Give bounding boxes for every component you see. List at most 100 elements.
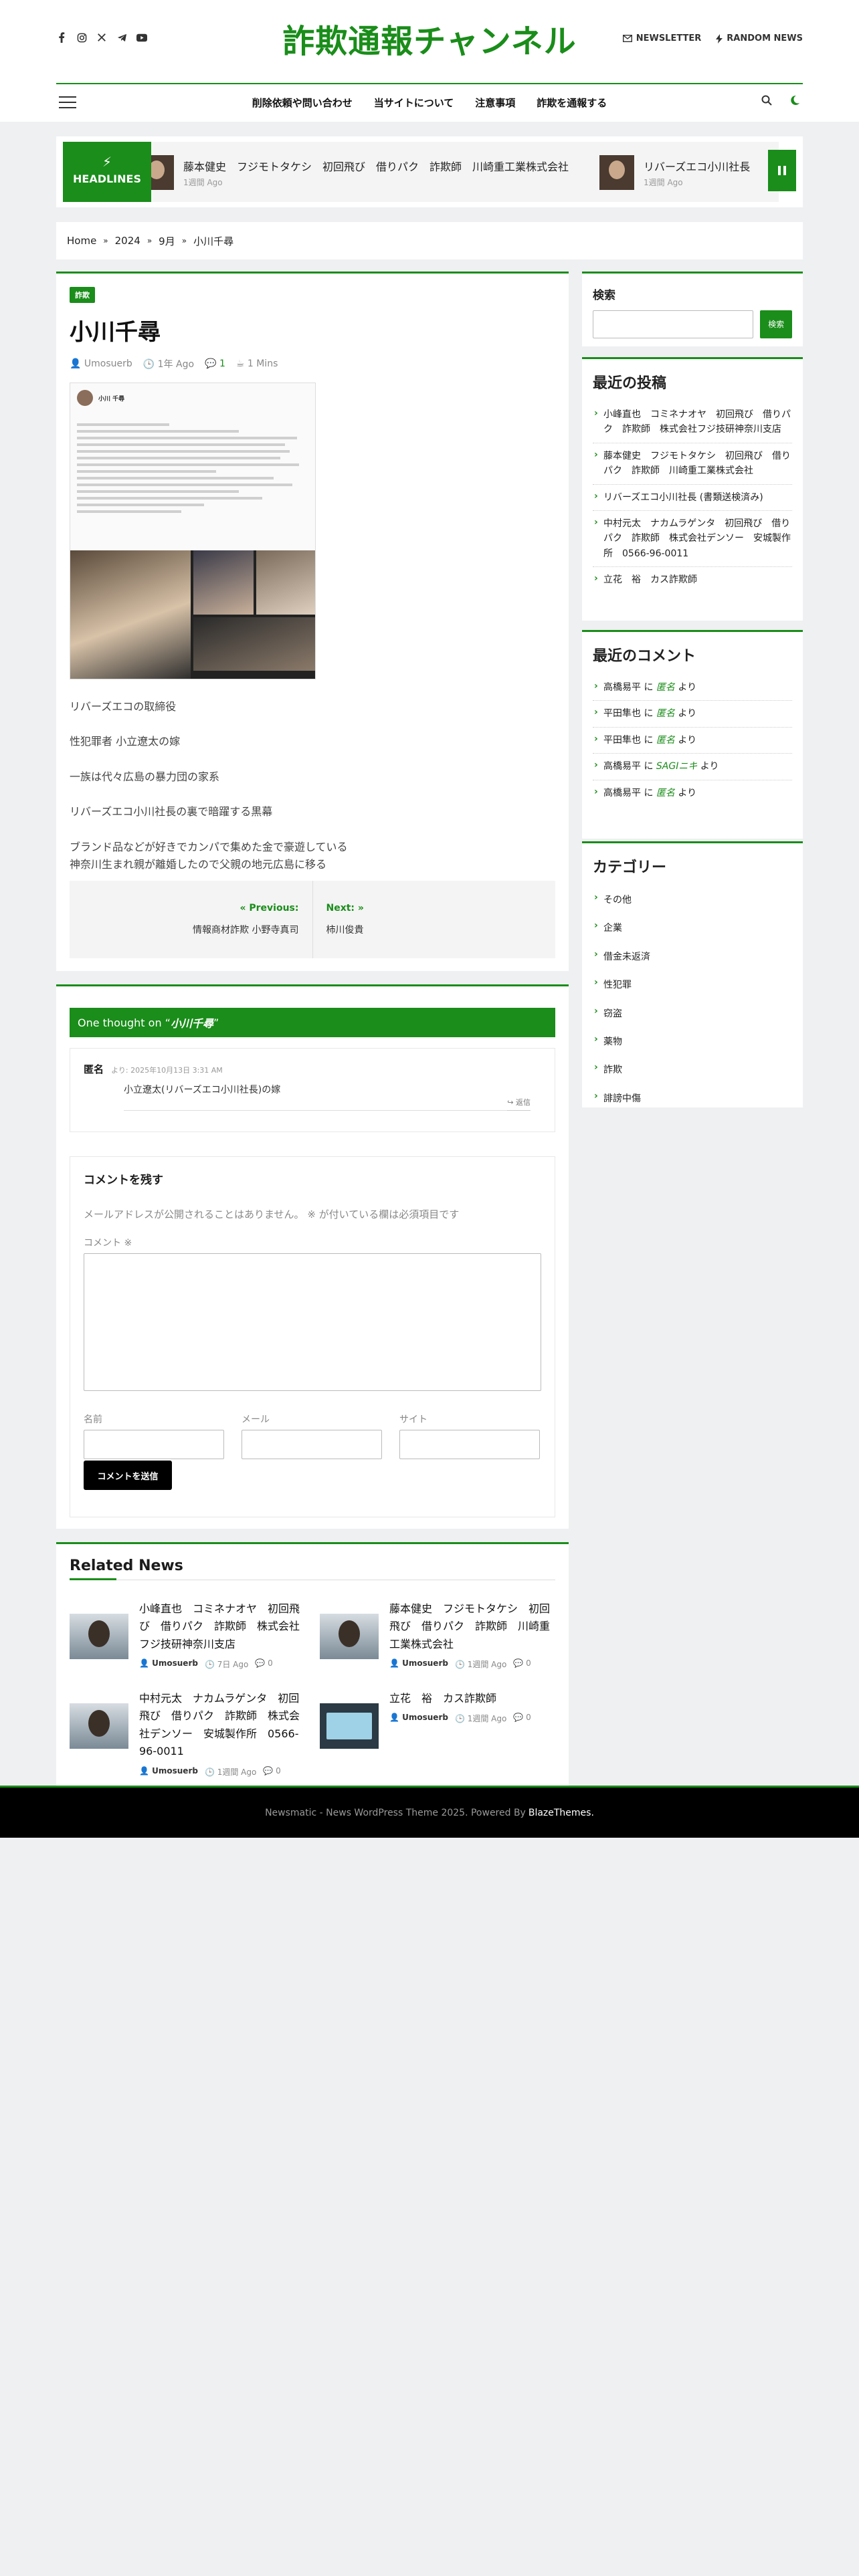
post-author[interactable]: 👤 Umosuerb <box>70 358 132 369</box>
breadcrumb-year[interactable]: 2024 <box>115 235 140 247</box>
reply-note: メールアドレスが公開されることはありません。 ※ が付いている欄は必須項目です <box>84 1208 460 1220</box>
related-item[interactable]: 中村元太 ナカムラゲンタ 初回飛び 借りパク 詐欺師 株式会社デンソー 安城製作… <box>70 1690 308 1778</box>
recent-post-link[interactable]: 藤本健史 フジモトタケシ 初回飛び 借りパク 詐欺師 川崎重工業株式会社 <box>593 443 792 485</box>
post-comments-count[interactable]: 💬 1 <box>205 358 225 369</box>
recent-post-link[interactable]: リバーズエコ小川社長 (書類送検済み) <box>593 485 792 511</box>
post-image: 小川 千尋 <box>70 383 316 679</box>
newsletter-label: NEWSLETTER <box>636 33 702 43</box>
post-paragraph: 一族は代々広島の暴力団の家系 <box>70 770 220 783</box>
recent-comment-item: 平田隼也 に 匿名 より <box>593 701 792 728</box>
categories-widget: カテゴリー その他 企業 借金未返済 性犯罪 窃盗 薬物 詐欺 誹謗中傷 <box>582 841 803 1107</box>
search-input[interactable] <box>593 310 754 338</box>
post-meta: 👤 Umosuerb 🕒 1年 Ago 💬 1 ☕ 1 Mins <box>70 357 555 370</box>
related-thumbnail[interactable] <box>70 1703 128 1749</box>
recent-comment-item: 高橋易平 に 匿名 より <box>593 675 792 702</box>
post-paragraph: ブランド品などが好きでカンパで集めた金で豪遊している 神奈川生まれ親が離婚したの… <box>70 840 348 871</box>
post-paragraph: リバーズエコ小川社長の裏で暗躍する黒幕 <box>70 805 273 819</box>
category-link[interactable]: その他 <box>593 886 792 914</box>
recent-comment-item: 高橋易平 に 匿名 より <box>593 780 792 806</box>
website-input[interactable] <box>399 1430 540 1459</box>
related-thumbnail[interactable] <box>320 1703 379 1749</box>
breadcrumb-current: 小川千尋 <box>193 235 234 247</box>
website-label: サイト <box>399 1414 427 1425</box>
recent-post-link[interactable]: 小峰直也 コミネナオヤ 初回飛び 借りパク 詐欺師 株式会社フジ技研神奈川支店 <box>593 402 792 443</box>
search-widget-title: 検索 <box>593 289 615 302</box>
related-item[interactable]: 藤本健史 フジモトタケシ 初回飛び 借りパク 詐欺師 川崎重工業株式会社 👤 U… <box>320 1600 558 1670</box>
recent-comments-widget: 最近のコメント 高橋易平 に 匿名 より 平田隼也 に 匿名 より 平田隼也 に… <box>582 630 803 839</box>
post-paragraph: リバーズエコの取締役 <box>70 700 177 713</box>
post-body: リバーズエコの取締役 性犯罪者 小立遼太の嫁 一族は代々広島の暴力団の家系 リバ… <box>70 698 555 873</box>
bolt-icon <box>716 33 723 43</box>
search-button[interactable]: 検索 <box>760 310 792 338</box>
ticker-item[interactable]: リバーズエコ小川社長 1週間 Ago <box>599 155 750 190</box>
categories-title: カテゴリー <box>593 859 667 876</box>
chevron-right-icon: » <box>147 236 153 245</box>
site-footer: Newsmatic - News WordPress Theme 2025. P… <box>0 1786 859 1838</box>
nav-item-contact[interactable]: 削除依頼や問い合わせ <box>252 96 353 110</box>
related-title: Related News <box>70 1558 555 1580</box>
related-item[interactable]: 小峰直也 コミネナオヤ 初回飛び 借りパク 詐欺師 株式会社フジ技研神奈川支店 … <box>70 1600 308 1670</box>
post-article: 詐欺 小川千尋 👤 Umosuerb 🕒 1年 Ago 💬 1 ☕ 1 Mins… <box>56 272 569 971</box>
nav-item-notes[interactable]: 注意事項 <box>475 96 515 110</box>
recent-comment-item: 平田隼也 に 匿名 より <box>593 728 792 754</box>
related-item[interactable]: 立花 裕 カス詐欺師 👤 Umosuerb 🕒 1週間 Ago 💬 0 <box>320 1690 558 1749</box>
next-post-link[interactable]: Next: » 柿川俊貴 <box>313 881 556 958</box>
related-thumbnail[interactable] <box>70 1614 128 1659</box>
chevron-right-icon: » <box>103 236 108 245</box>
category-link[interactable]: 誹謗中傷 <box>593 1085 792 1113</box>
chevron-right-icon: » <box>181 236 187 245</box>
comment-text: 小立遼太(リバーズエコ小川社長)の嫁 <box>124 1085 281 1095</box>
comment-textarea[interactable] <box>84 1253 541 1391</box>
previous-post-link[interactable]: « Previous: 情報商材詐欺 小野寺真司 <box>70 881 313 958</box>
category-link[interactable]: 企業 <box>593 914 792 942</box>
random-news-link[interactable]: RANDOM NEWS <box>716 33 803 43</box>
headlines-label: ⚡ HEADLINES <box>63 142 151 202</box>
search-icon[interactable] <box>761 95 772 108</box>
dark-mode-icon[interactable] <box>789 95 800 108</box>
post-paragraph: 性犯罪者 小立遼太の嫁 <box>70 735 181 748</box>
read-time: ☕ 1 Mins <box>235 358 278 369</box>
category-link[interactable]: 窃盗 <box>593 1000 792 1028</box>
footer-text: Newsmatic - News WordPress Theme 2025. P… <box>265 1807 526 1818</box>
ticker-item[interactable]: 藤本健史 フジモトタケシ 初回飛び 借りパク 詐欺師 川崎重工業株式会社 1週間… <box>151 155 569 190</box>
category-badge[interactable]: 詐欺 <box>70 287 95 303</box>
menu-toggle-icon[interactable] <box>59 96 76 108</box>
recent-post-link[interactable]: 立花 裕 カス詐欺師 <box>593 567 792 593</box>
comment-author: 匿名 <box>84 1063 104 1075</box>
nav-item-report[interactable]: 詐欺を通報する <box>537 96 607 110</box>
name-input[interactable] <box>84 1430 224 1459</box>
main-content: 詐欺 小川千尋 👤 Umosuerb 🕒 1年 Ago 💬 1 ☕ 1 Mins… <box>56 272 569 1790</box>
ticker-thumbnail <box>151 155 174 190</box>
reply-link[interactable]: ↪ 返信 <box>507 1097 531 1111</box>
reply-form: コメントを残す メールアドレスが公開されることはありません。 ※ が付いている欄… <box>70 1156 555 1517</box>
avatar <box>77 390 93 406</box>
search-widget: 検索 検索 <box>582 272 803 346</box>
recent-posts-title: 最近の投稿 <box>593 375 667 392</box>
category-link[interactable]: 借金未返済 <box>593 943 792 971</box>
comment-date[interactable]: より: 2025年10月13日 3:31 AM <box>111 1066 223 1075</box>
related-news: Related News 小峰直也 コミネナオヤ 初回飛び 借りパク 詐欺師 株… <box>56 1542 569 1790</box>
post-navigation: « Previous: 情報商材詐欺 小野寺真司 Next: » 柿川俊貴 <box>70 881 555 958</box>
post-date[interactable]: 🕒 1年 Ago <box>143 357 194 370</box>
nav-item-about[interactable]: 当サイトについて <box>374 96 454 110</box>
category-link[interactable]: 詐欺 <box>593 1056 792 1084</box>
main-nav: 削除依頼や問い合わせ 当サイトについて 注意事項 詐欺を通報する <box>56 83 803 120</box>
submit-comment-button[interactable]: コメントを送信 <box>84 1461 172 1490</box>
recent-comments-title: 最近のコメント <box>593 648 696 665</box>
comments-title: One thought on “小川千尋” <box>70 1008 555 1037</box>
breadcrumb-home[interactable]: Home <box>67 235 96 247</box>
newsletter-link[interactable]: NEWSLETTER <box>622 33 702 43</box>
comments-section: One thought on “小川千尋” 匿名 より: 2025年10月13日… <box>56 984 569 1529</box>
comment-item: 匿名 より: 2025年10月13日 3:31 AM 小立遼太(リバーズエコ小川… <box>70 1048 555 1132</box>
reply-title: コメントを残す <box>84 1174 163 1187</box>
random-news-label: RANDOM NEWS <box>727 33 803 43</box>
breadcrumb-month[interactable]: 9月 <box>159 234 175 248</box>
recent-post-link[interactable]: 中村元太 ナカムラゲンタ 初回飛び 借りパク 詐欺師 株式会社デンソー 安城製作… <box>593 511 792 568</box>
category-link[interactable]: 薬物 <box>593 1028 792 1056</box>
email-input[interactable] <box>242 1430 382 1459</box>
footer-theme-link[interactable]: BlazeThemes. <box>529 1808 594 1818</box>
comment-label: コメント ※ <box>84 1238 132 1249</box>
category-link[interactable]: 性犯罪 <box>593 971 792 999</box>
related-thumbnail[interactable] <box>320 1614 379 1659</box>
pause-button[interactable] <box>768 150 796 191</box>
